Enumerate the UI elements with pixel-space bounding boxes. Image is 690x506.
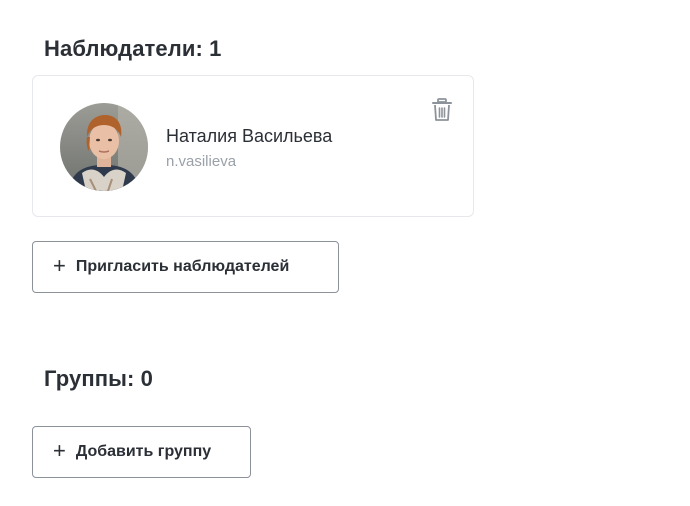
user-login: n.vasilieva: [166, 153, 237, 170]
invite-observers-label: Пригласить наблюдателей: [75, 258, 290, 275]
plus-icon: +: [53, 438, 66, 463]
invite-observers-button[interactable]: + Пригласить наблюдателей: [32, 241, 339, 293]
trash-icon[interactable]: [431, 98, 453, 122]
user-name: Наталия Васильева: [166, 126, 333, 146]
add-group-label: Добавить группу: [75, 443, 212, 460]
groups-title: Группы: 0: [44, 366, 153, 391]
add-group-button[interactable]: + Добавить группу: [32, 426, 251, 478]
observers-panel: Наблюдатели: 1 Наталия Васильева n.vasil…: [0, 0, 690, 506]
avatar: [60, 103, 148, 191]
observers-title: Наблюдатели: 1: [44, 36, 222, 61]
plus-icon: +: [53, 253, 66, 278]
observer-card: Наталия Васильева n.vasilieva: [32, 75, 474, 217]
